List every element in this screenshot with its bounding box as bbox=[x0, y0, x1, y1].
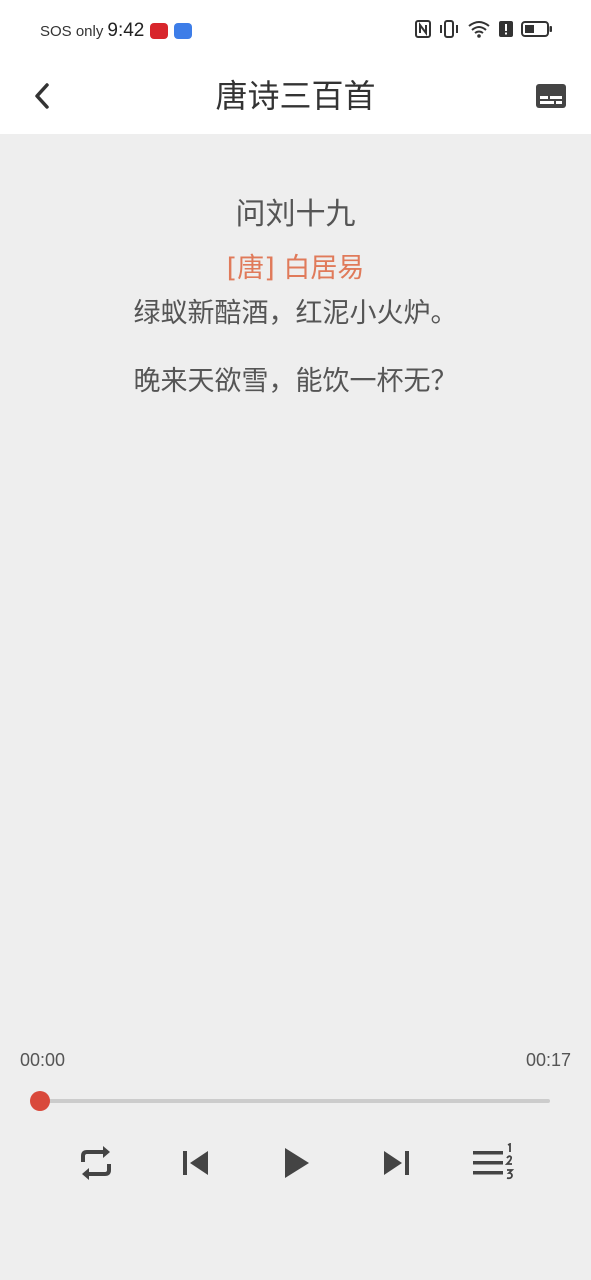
vibrate-icon bbox=[440, 20, 458, 38]
poem-title: 问刘十九 bbox=[235, 197, 356, 232]
nfc-icon bbox=[415, 20, 431, 38]
battery-icon bbox=[521, 21, 552, 37]
app-badge-blue-icon bbox=[174, 23, 193, 39]
subtitles-button[interactable] bbox=[533, 78, 569, 114]
previous-button[interactable] bbox=[171, 1138, 221, 1188]
poem-line: 绿蚁新醅酒，红泥小火炉。 bbox=[133, 298, 458, 329]
page-title: 唐诗三百首 bbox=[215, 77, 376, 115]
poem-author: [唐] 白居易 bbox=[226, 253, 365, 284]
alert-icon bbox=[499, 21, 513, 37]
app-bar: 唐诗三百首 bbox=[0, 62, 591, 134]
wifi-icon bbox=[468, 21, 490, 38]
play-icon bbox=[285, 1148, 309, 1178]
subtitles-icon bbox=[536, 84, 566, 108]
screen: SOS only 9:42 唐诗三百首 问刘十九 [唐] 白居易 绿蚁新醅酒，红… bbox=[0, 0, 591, 1280]
repeat-icon bbox=[81, 1146, 111, 1180]
repeat-button[interactable] bbox=[71, 1138, 121, 1188]
status-right bbox=[415, 20, 553, 38]
progress-thumb[interactable] bbox=[30, 1091, 50, 1111]
carrier-status: SOS only bbox=[40, 22, 104, 40]
progress-bar[interactable] bbox=[30, 1091, 550, 1111]
playlist-icon bbox=[473, 1143, 515, 1180]
poem-line: 晚来天欲雪，能饮一杯无？ bbox=[133, 366, 458, 397]
next-icon bbox=[384, 1151, 409, 1175]
next-button[interactable] bbox=[371, 1138, 421, 1188]
clock: 9:42 bbox=[107, 20, 145, 41]
poem-content: 问刘十九 [唐] 白居易 绿蚁新醅酒，红泥小火炉。 晚来天欲雪，能饮一杯无？ bbox=[0, 190, 591, 402]
play-button[interactable] bbox=[271, 1138, 321, 1188]
app-badge-red-icon bbox=[150, 23, 169, 39]
status-left: SOS only 9:42 bbox=[40, 20, 193, 42]
playlist-button[interactable] bbox=[469, 1138, 519, 1188]
status-bar: SOS only 9:42 bbox=[0, 0, 591, 62]
current-time: 00:00 bbox=[20, 1050, 66, 1070]
player-controls bbox=[0, 1138, 591, 1188]
total-time: 00:17 bbox=[525, 1050, 571, 1070]
previous-icon bbox=[183, 1151, 208, 1175]
